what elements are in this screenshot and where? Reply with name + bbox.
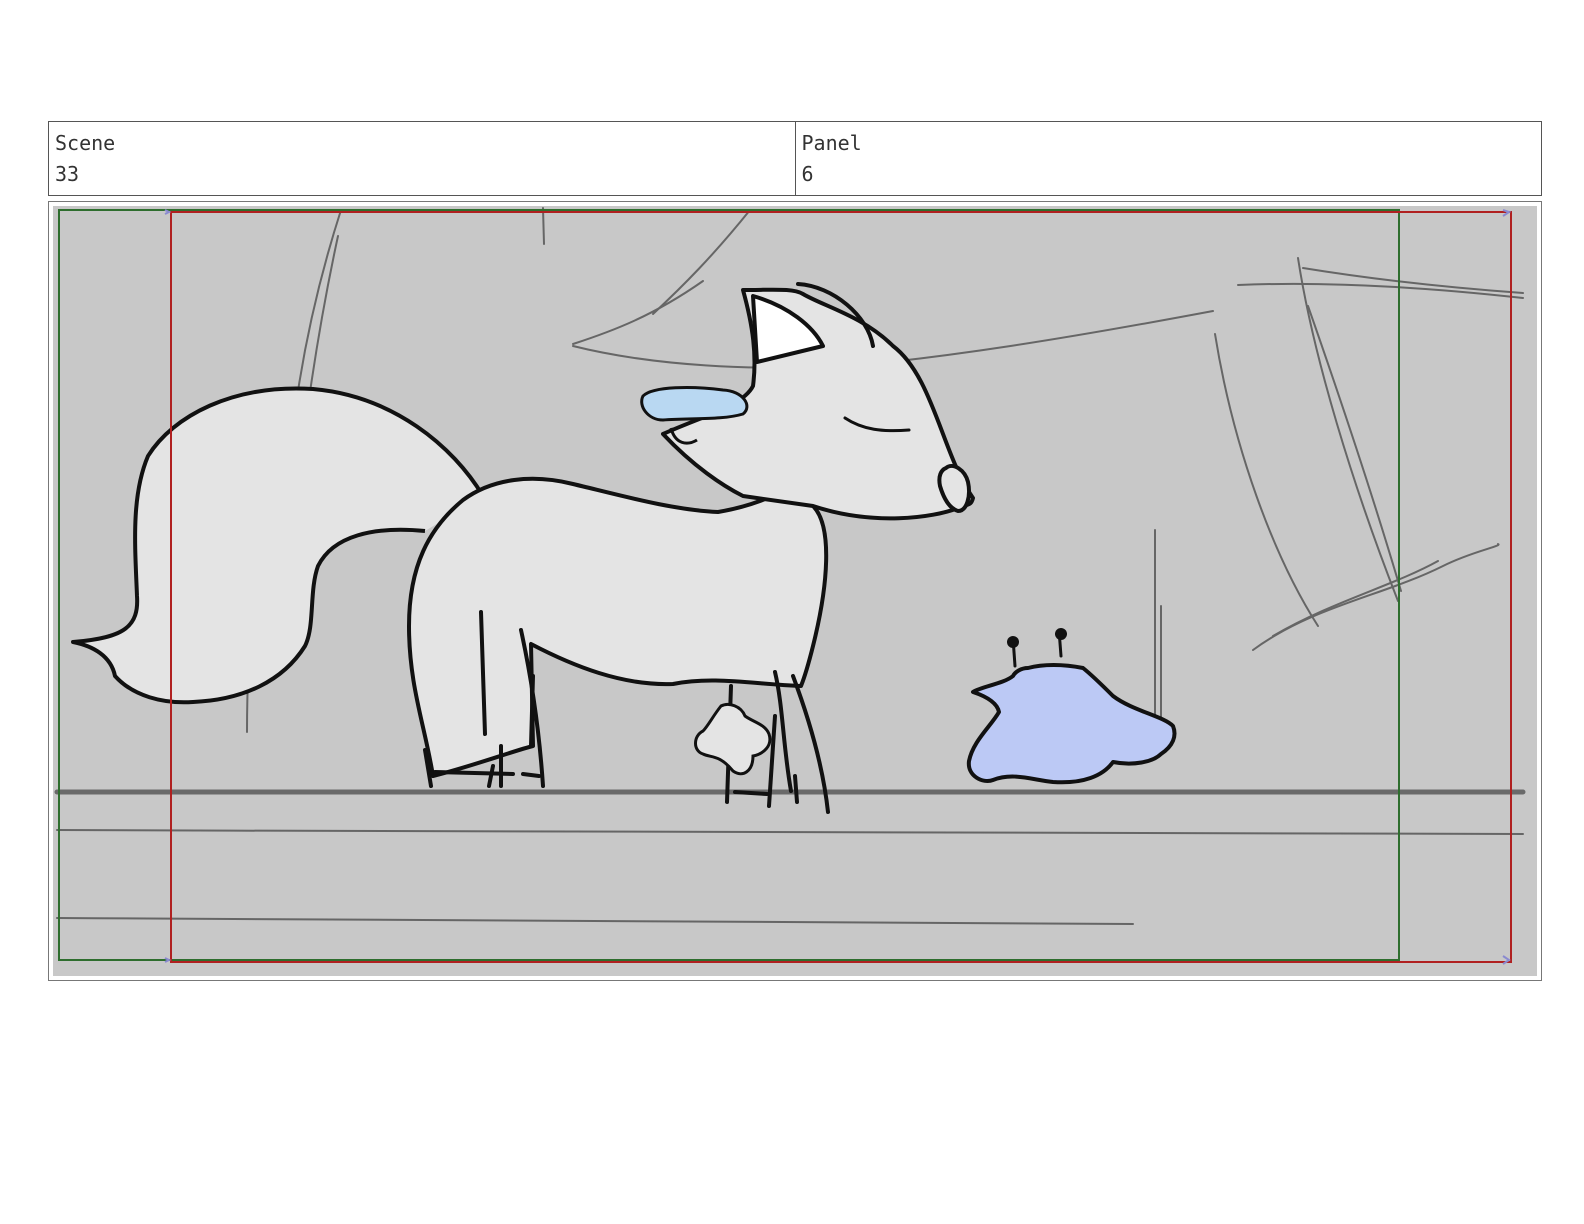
antenna-tip-right — [1055, 628, 1067, 640]
blue-mouse-on-head — [640, 386, 749, 422]
storyboard-panel — [48, 201, 1542, 981]
scene-number: 33 — [55, 162, 80, 186]
panel-cell: Panel 6 — [794, 122, 1542, 195]
storyboard-page: Scene 33 Panel 6 — [0, 0, 1584, 1224]
panel-label: Panel — [801, 131, 862, 155]
panel-header: Scene 33 Panel 6 — [48, 121, 1542, 196]
panel-drawing — [53, 206, 1537, 976]
scene-label: Scene — [55, 131, 116, 155]
antenna-tip-left — [1007, 636, 1019, 648]
scene-cell: Scene 33 — [49, 122, 795, 195]
panel-number: 6 — [801, 162, 814, 186]
